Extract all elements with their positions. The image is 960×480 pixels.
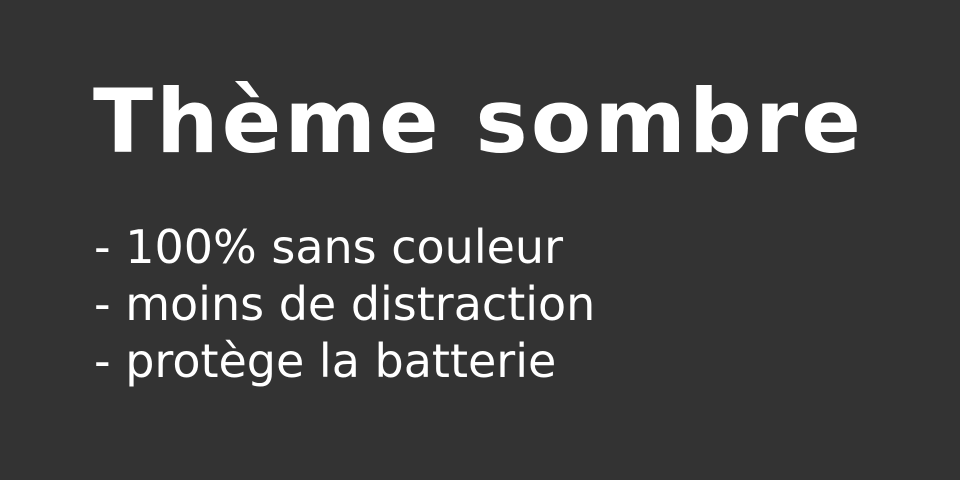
- bullet-list: - 100% sans couleur - moins de distracti…: [94, 219, 595, 390]
- bullet-item: - moins de distraction: [94, 277, 596, 331]
- slide-title: Thème sombre: [93, 70, 864, 173]
- slide: Thème sombre - 100% sans couleur - moins…: [0, 0, 960, 480]
- bullet-item: - protège la batterie: [94, 334, 557, 388]
- bullet-item: - 100% sans couleur: [94, 220, 563, 274]
